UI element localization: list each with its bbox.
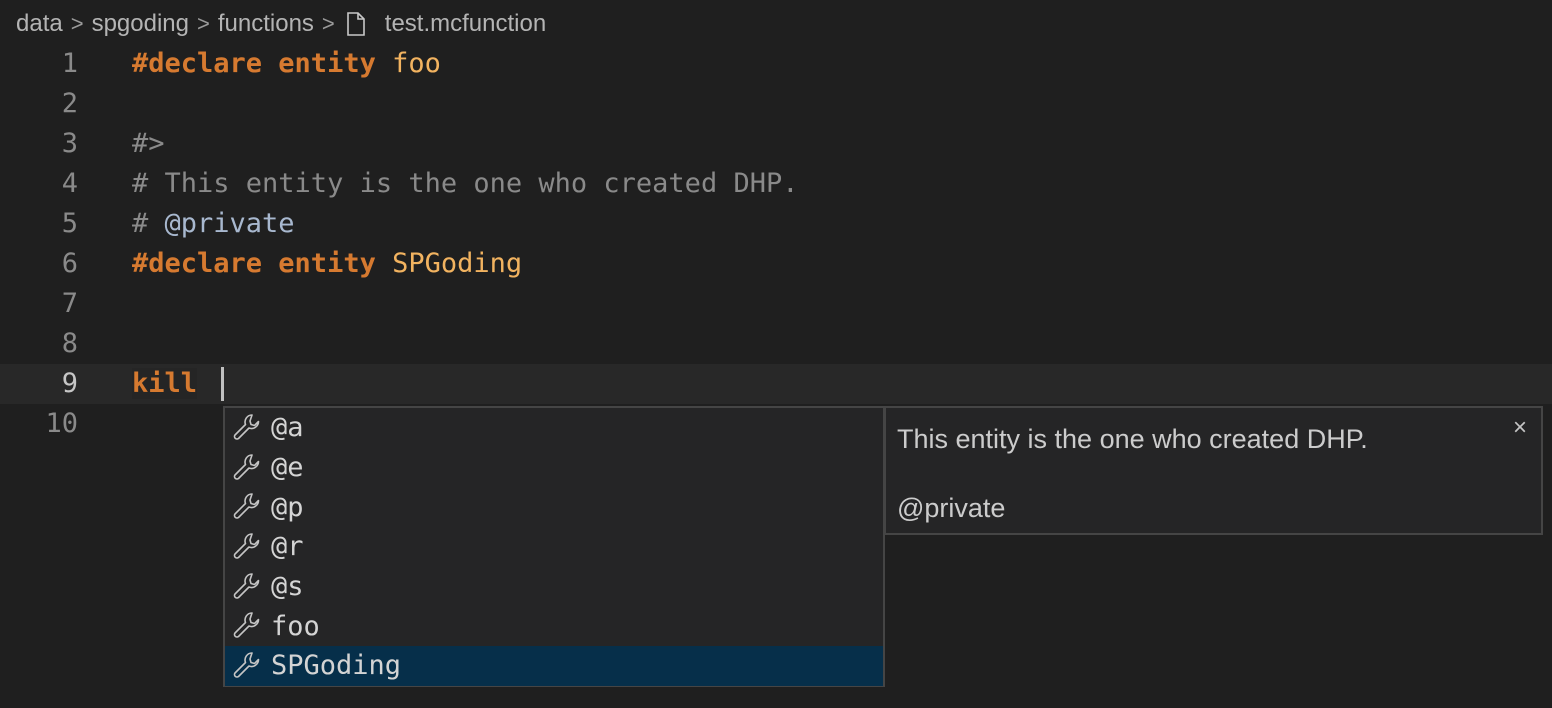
line-number: 5 <box>61 208 78 239</box>
wrench-icon <box>231 452 271 484</box>
details-description: This entity is the one who created DHP. <box>897 424 1368 454</box>
line-number: 1 <box>61 48 78 79</box>
wrench-icon <box>231 650 271 682</box>
line-number: 4 <box>61 168 78 199</box>
line-number: 8 <box>61 328 78 359</box>
breadcrumb-item-data[interactable]: data <box>16 10 63 38</box>
suggest-item[interactable]: @e <box>225 448 883 488</box>
details-tag: @private <box>897 493 1006 523</box>
line-number: 6 <box>61 248 78 279</box>
text-cursor <box>221 367 224 401</box>
suggest-item[interactable]: @a <box>225 408 883 448</box>
line-number: 9 <box>61 368 78 399</box>
close-icon[interactable]: × <box>1513 414 1527 442</box>
line-content: # @private <box>132 204 295 244</box>
code-token: foo <box>392 48 441 79</box>
line-number: 2 <box>61 88 78 119</box>
file-icon <box>346 12 365 36</box>
breadcrumb-item-functions[interactable]: functions <box>218 10 314 38</box>
wrench-icon <box>231 610 271 642</box>
suggest-item-label: @s <box>271 571 304 603</box>
code-line[interactable]: 1 #declare entity foo <box>0 44 1552 84</box>
line-number: 10 <box>45 408 78 439</box>
code-token: @private <box>164 208 295 239</box>
code-token: kill <box>132 368 198 399</box>
wrench-icon <box>231 412 271 444</box>
code-line[interactable]: 6 #declare entity SPGoding <box>0 244 1552 284</box>
code-token: #declare entity <box>132 248 376 279</box>
suggest-item-label: @a <box>271 412 304 444</box>
code-token: #declare entity <box>132 48 376 79</box>
chevron-right-icon: > <box>197 11 210 36</box>
code-line[interactable]: 4 # This entity is the one who created DH… <box>0 164 1552 204</box>
suggest-item[interactable]: SPGoding <box>225 646 883 686</box>
breadcrumb: data > spgoding > functions > test.mcfun… <box>16 6 546 42</box>
suggest-item-label: @p <box>271 491 304 523</box>
suggest-item-label: @e <box>271 452 304 484</box>
code-line[interactable]: 7 <box>0 284 1552 324</box>
code-line[interactable]: 8 <box>0 324 1552 364</box>
wrench-icon <box>231 571 271 603</box>
line-content: # This entity is the one who created DHP… <box>132 164 798 204</box>
code-line[interactable]: 5 # @private <box>0 204 1552 244</box>
code-line[interactable]: 9 kill <box>0 364 1552 404</box>
suggest-item[interactable]: @r <box>225 527 883 567</box>
suggest-details: This entity is the one who created DHP. … <box>884 406 1543 535</box>
suggest-item-label: SPGoding <box>271 650 402 682</box>
code-token: #> <box>132 128 165 159</box>
line-number: 7 <box>61 288 78 319</box>
wrench-icon <box>231 491 271 523</box>
suggest-item-label: @r <box>271 531 304 563</box>
breadcrumb-item-file[interactable]: test.mcfunction <box>385 10 546 38</box>
line-number: 3 <box>61 128 78 159</box>
code-line[interactable]: 3 #> <box>0 124 1552 164</box>
code-token: # This entity is the one who created DHP… <box>132 168 799 199</box>
suggest-item[interactable]: foo <box>225 606 883 646</box>
line-content: #declare entity foo <box>132 44 441 84</box>
suggest-item[interactable]: @s <box>225 567 883 607</box>
suggest-widget: @a @e @p @r @s foo SPGoding <box>223 406 885 687</box>
code-token: # <box>132 208 165 239</box>
line-content: kill <box>132 364 213 404</box>
suggest-item-label: foo <box>271 610 320 642</box>
line-content: #declare entity SPGoding <box>132 244 522 284</box>
line-content: #> <box>132 124 165 164</box>
code-line[interactable]: 2 <box>0 84 1552 124</box>
code-token: SPGoding <box>392 248 523 279</box>
wrench-icon <box>231 531 271 563</box>
chevron-right-icon: > <box>70 11 84 36</box>
breadcrumb-item-spgoding[interactable]: spgoding <box>92 10 189 38</box>
chevron-right-icon: > <box>321 11 335 36</box>
suggest-item[interactable]: @p <box>225 487 883 527</box>
